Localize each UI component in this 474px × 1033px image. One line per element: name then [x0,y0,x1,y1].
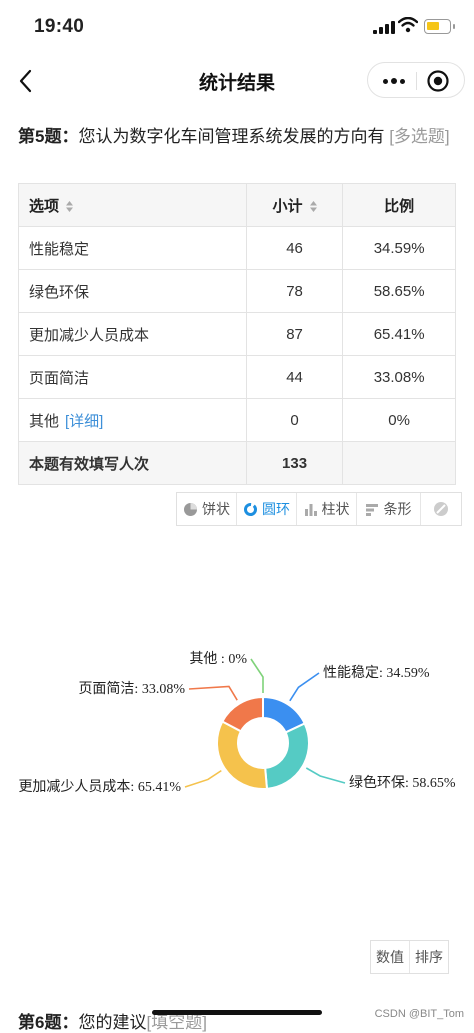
row-ratio: 65.41% [342,312,456,356]
value-button[interactable]: 数值 [371,941,410,973]
question-title: 第5题：您认为数字化车间管理系统发展的方向有 [多选题] [18,124,458,150]
next-question-type: [填空题] [146,1013,207,1032]
slice-label: 性能稳定: 34.59% [323,665,430,681]
row-ratio: 33.08% [342,355,456,399]
row-option: 更加减少人员成本 [18,312,247,356]
tab-pie[interactable]: 饼状 [177,493,237,525]
sort-icon[interactable] [66,201,74,213]
tab-bar[interactable]: 条形 [357,493,421,525]
bar-icon [365,503,378,516]
label-leader-line [289,672,320,702]
donut-icon [244,502,257,516]
disable-icon [434,502,448,516]
stats-table: 选项 小计 比例 性能稳定 46 34.59% 绿色环保 78 58.65% 更… [18,183,456,485]
label-leader-line [305,767,346,784]
table-row: 更加减少人员成本 87 65.41% [18,312,456,356]
row-option: 其他 [详细] [18,398,247,442]
tab-column[interactable]: 柱状 [297,493,357,525]
label-leader-line [250,658,264,693]
more-options-icon[interactable] [379,70,409,92]
row-count: 87 [245,312,344,356]
pie-icon [184,502,197,516]
header-ratio: 比例 [342,183,456,227]
mini-program-capsule [367,62,465,98]
slice-label: 绿色环保: 58.65% [349,774,456,791]
question-type: [多选题] [389,127,450,146]
total-count: 133 [245,441,344,485]
table-row: 性能稳定 46 34.59% [18,226,456,270]
row-ratio: 0% [342,398,456,442]
status-bar: 19:40 [0,0,474,56]
close-target-icon[interactable] [426,69,450,93]
tab-donut[interactable]: 圆环 [237,493,297,525]
row-ratio: 58.65% [342,269,456,313]
table-total-row: 本题有效填写人次 133 [18,441,456,485]
header-option[interactable]: 选项 [18,183,247,227]
donut-chart: 性能稳定: 34.59% 绿色环保: 58.65% 更加减少人员成本: 65.41%… [18,651,456,795]
watermark: CSDN @BIT_Tom [374,1008,464,1020]
header-count[interactable]: 小计 [245,183,344,227]
slice-label: 页面简洁: 33.08% [78,680,185,697]
column-icon [304,503,317,516]
chart-options: 数值 排序 [370,940,449,974]
battery-icon [424,19,455,34]
table-row: 页面简洁 44 33.08% [18,355,456,399]
table-header-row: 选项 小计 比例 [18,183,456,227]
table-row: 绿色环保 78 58.65% [18,269,456,313]
label-leader-line [184,769,222,788]
label-leader-line [188,685,238,701]
row-count: 44 [245,355,344,399]
donut-slice[interactable] [216,720,269,790]
sort-icon[interactable] [309,201,317,213]
row-count: 46 [245,226,344,270]
total-ratio [342,441,456,485]
home-indicator [152,1010,322,1015]
cellular-signal-icon [373,21,395,34]
tab-hide-chart[interactable] [421,493,461,525]
sort-button[interactable]: 排序 [410,941,448,973]
donut-slice[interactable] [264,722,310,790]
question-text: 您认为数字化车间管理系统发展的方向有 [78,127,385,146]
question-number: 第5题： [18,127,79,146]
row-option: 性能稳定 [18,226,247,270]
wifi-icon [398,17,418,33]
next-question-number: 第6题： [18,1013,79,1032]
detail-link[interactable]: [详细] [65,413,103,430]
row-option: 绿色环保 [18,269,247,313]
row-count: 78 [245,269,344,313]
nav-bar: 统计结果 [0,56,474,106]
slice-label: 更加减少人员成本: 65.41% [18,779,181,795]
status-time: 19:40 [34,16,85,37]
row-count: 0 [245,398,344,442]
table-row: 其他 [详细] 0 0% [18,398,456,442]
next-question-text: 您的建议 [78,1013,147,1032]
total-label: 本题有效填写人次 [18,441,247,485]
row-option: 页面简洁 [18,355,247,399]
chart-type-tabs: 饼状 圆环 柱状 条形 [176,492,462,526]
slice-label: 其他 : 0% [189,651,247,667]
row-ratio: 34.59% [342,226,456,270]
